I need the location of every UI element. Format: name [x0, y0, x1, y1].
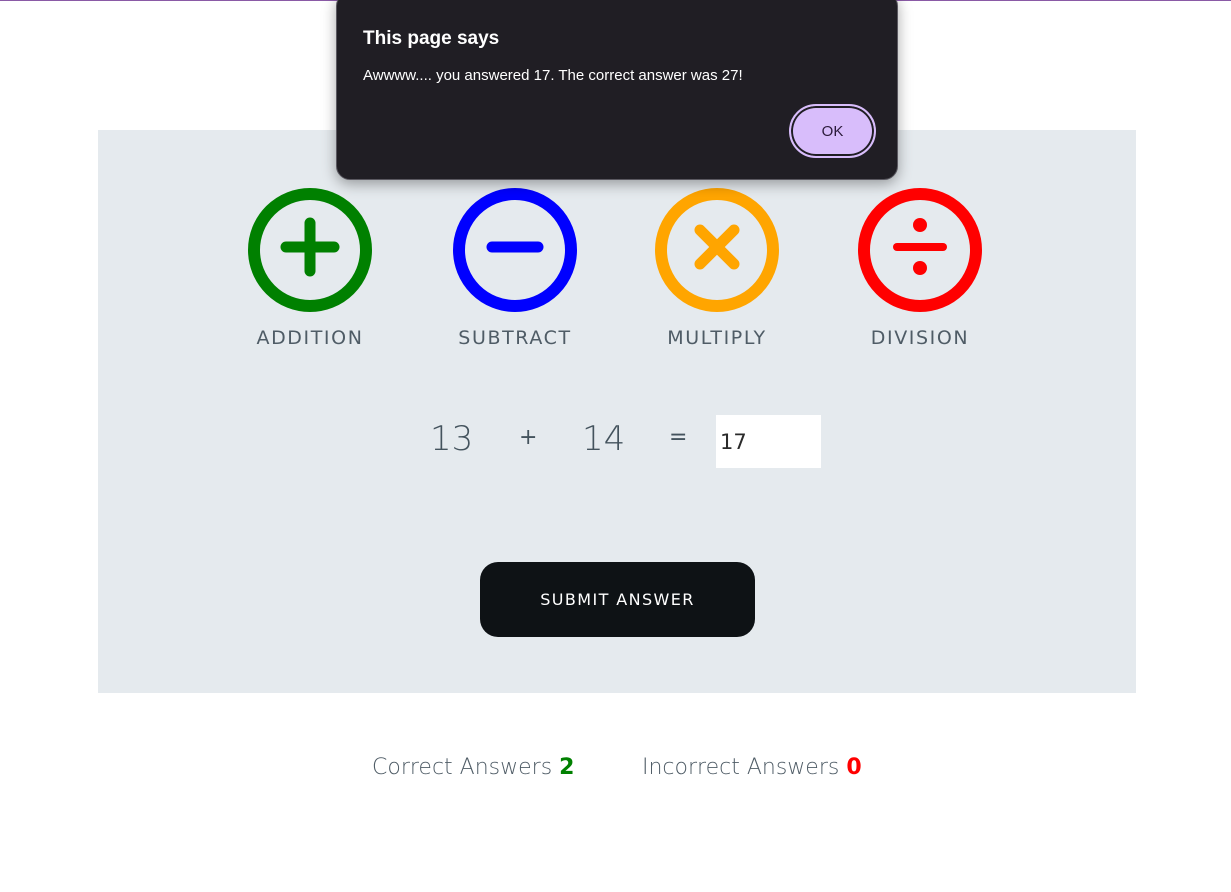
correct-answers-count: 2 — [559, 755, 575, 780]
question-row: 13 + 14 = — [98, 415, 1136, 468]
dialog-message: Awwww.... you answered 17. The correct a… — [363, 67, 743, 84]
correct-score: Correct Answers 2 — [372, 755, 574, 780]
division-label: DIVISION — [870, 327, 970, 349]
multiply-option[interactable]: MULTIPLY — [612, 187, 822, 349]
incorrect-answers-label: Incorrect Answers — [642, 755, 840, 780]
divide-circle-icon — [858, 188, 982, 312]
ok-button[interactable]: OK — [789, 104, 876, 158]
answer-input[interactable] — [716, 415, 821, 468]
operator: + — [519, 425, 538, 450]
minus-circle-icon — [453, 188, 577, 312]
division-option[interactable]: DIVISION — [815, 187, 1025, 349]
subtract-label: SUBTRACT — [458, 327, 572, 349]
correct-answers-label: Correct Answers — [372, 755, 553, 780]
times-circle-icon — [655, 188, 779, 312]
operand-1: 13 — [430, 419, 474, 459]
multiply-label: MULTIPLY — [667, 327, 767, 349]
alert-dialog: This page says Awwww.... you answered 17… — [336, 0, 898, 180]
addition-label: ADDITION — [256, 327, 364, 349]
incorrect-answers-count: 0 — [846, 755, 862, 780]
game-area: ADDITION SUBTRACT MULTIPLY DIVISION 13 +… — [98, 130, 1136, 693]
addition-option[interactable]: ADDITION — [205, 187, 415, 349]
subtract-option[interactable]: SUBTRACT — [410, 187, 620, 349]
incorrect-score: Incorrect Answers 0 — [642, 755, 862, 780]
operand-2: 14 — [582, 419, 626, 459]
submit-answer-button[interactable]: SUBMIT ANSWER — [480, 562, 755, 637]
equals-sign: = — [669, 425, 688, 450]
plus-circle-icon — [248, 188, 372, 312]
dialog-title: This page says — [363, 28, 500, 49]
